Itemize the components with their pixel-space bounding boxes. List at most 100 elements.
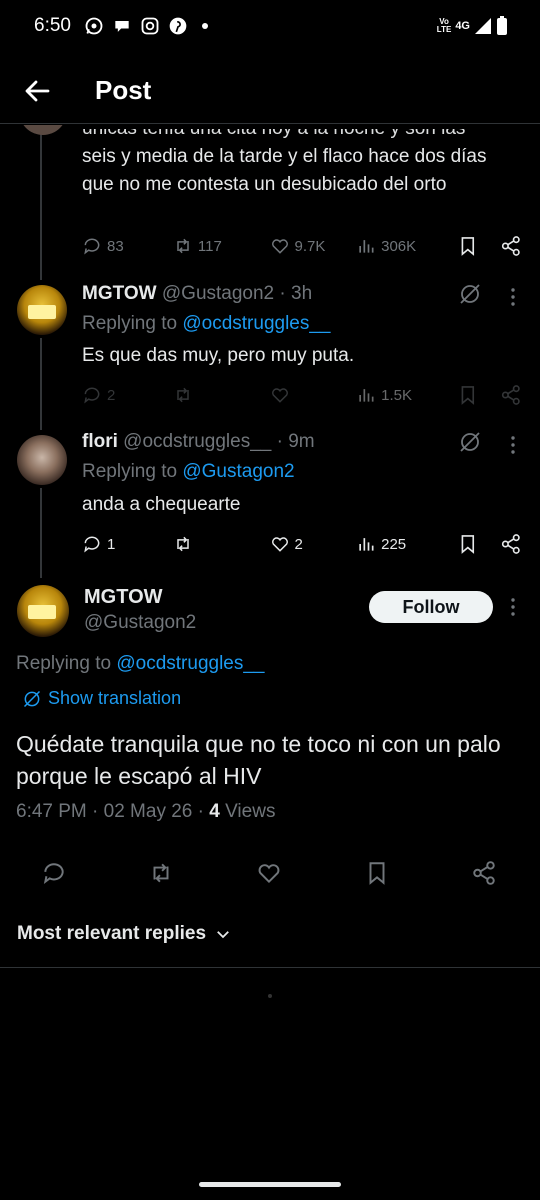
reply-button[interactable]: 2 xyxy=(82,385,153,405)
heart-icon xyxy=(271,537,288,552)
app-header: Post xyxy=(0,60,540,124)
reply-button[interactable]: 1 xyxy=(82,534,153,554)
more-options-icon[interactable] xyxy=(505,433,521,457)
views-icon xyxy=(359,538,374,551)
views-label[interactable]: Views xyxy=(220,801,275,822)
page-title: Post xyxy=(95,75,152,105)
loading-indicator xyxy=(268,994,272,998)
repost-button[interactable] xyxy=(173,534,260,554)
like-button[interactable]: 2 xyxy=(270,534,357,554)
bookmark-icon[interactable] xyxy=(457,533,479,555)
repost-count: 117 xyxy=(197,237,222,255)
bookmark-icon[interactable] xyxy=(457,235,479,257)
tweet-text: Es que das muy, pero muy puta. xyxy=(82,345,355,366)
views-icon xyxy=(359,240,374,253)
like-count: 2 xyxy=(294,535,303,553)
views-count: 1.5K xyxy=(381,386,412,404)
notification-icons xyxy=(84,16,208,36)
translate-icon xyxy=(23,690,41,707)
follow-button[interactable]: Follow xyxy=(369,591,493,623)
repost-icon xyxy=(177,536,189,552)
tweet-actions: 2 1.5K xyxy=(82,382,522,408)
display-name[interactable]: MGTOW xyxy=(84,586,163,609)
avatar[interactable] xyxy=(17,285,67,335)
views-count[interactable]: 4 xyxy=(209,801,220,822)
replying-prefix: Replying to xyxy=(82,313,183,334)
pinterest-icon xyxy=(169,17,187,35)
translate-icon[interactable] xyxy=(458,430,482,454)
repost-button[interactable] xyxy=(173,385,260,405)
system-icons: Vo LTE 4G xyxy=(437,16,508,36)
like-count: 9.7K xyxy=(294,237,326,255)
whatsapp-icon xyxy=(85,17,103,35)
tweet-text: Quédate tranquila que no te toco ni con … xyxy=(16,731,501,789)
more-options-icon[interactable] xyxy=(505,285,521,309)
views-icon xyxy=(359,389,374,402)
tweet-header: flori @ocdstruggles__ · 9m xyxy=(82,431,315,453)
status-bar: 6:50 Vo LTE 4G xyxy=(0,0,540,52)
thread-line xyxy=(40,488,42,578)
repost-icon[interactable] xyxy=(148,860,174,886)
avatar[interactable] xyxy=(17,435,67,485)
repost-icon xyxy=(177,387,189,403)
repost-icon xyxy=(177,238,189,254)
more-notifications-dot xyxy=(202,23,208,29)
avatar[interactable] xyxy=(19,125,67,135)
chevron-down-icon xyxy=(217,931,229,939)
share-icon[interactable] xyxy=(500,235,522,257)
translate-icon[interactable] xyxy=(458,282,482,306)
more-options-icon[interactable] xyxy=(505,595,521,619)
reply-icon xyxy=(84,387,100,404)
share-icon[interactable] xyxy=(500,533,522,555)
avatar[interactable] xyxy=(17,585,69,637)
battery-icon xyxy=(497,16,507,35)
reply-count: 1 xyxy=(107,535,116,553)
handle[interactable]: @Gustagon2 xyxy=(84,612,196,634)
display-name[interactable]: flori xyxy=(82,431,118,452)
share-icon[interactable] xyxy=(500,384,522,406)
timestamp: 6:47 PM · 02 May 26 · xyxy=(16,801,210,822)
tweet-actions: 1 2 225 xyxy=(82,531,522,557)
status-time: 6:50 xyxy=(34,15,71,36)
replying-to-link[interactable]: @ocdstruggles__ xyxy=(116,653,264,674)
home-indicator[interactable] xyxy=(199,1182,341,1187)
reply-icon[interactable] xyxy=(41,860,67,886)
network-type: 4G xyxy=(455,20,470,32)
replying-prefix: Replying to xyxy=(16,653,117,674)
tweet-meta: 6:47 PM · 02 May 26 · 4 Views xyxy=(16,801,275,823)
share-icon[interactable] xyxy=(471,860,497,886)
heart-icon[interactable] xyxy=(256,860,282,886)
handle-time[interactable]: @ocdstruggles__ · 9m xyxy=(123,431,314,452)
thread-line xyxy=(40,338,42,430)
like-button[interactable]: 9.7K xyxy=(270,236,357,256)
back-arrow-icon[interactable] xyxy=(22,76,52,106)
display-name[interactable]: MGTOW xyxy=(82,283,157,304)
like-button[interactable] xyxy=(270,385,357,405)
replying-to-link[interactable]: @ocdstruggles__ xyxy=(182,313,330,334)
reply-count: 83 xyxy=(107,237,124,255)
reply-icon xyxy=(84,536,100,553)
replying-to-link[interactable]: @Gustagon2 xyxy=(182,461,294,482)
volte-icon: Vo LTE xyxy=(436,17,452,34)
tweet-header: MGTOW @Gustagon2 · 3h xyxy=(82,283,312,305)
show-translation-label: Show translation xyxy=(48,688,182,708)
views-button[interactable]: 1.5K xyxy=(356,385,447,405)
views-count: 306K xyxy=(381,237,417,255)
tweet-actions: 83 117 9.7K 306K xyxy=(82,233,522,259)
bookmark-icon[interactable] xyxy=(457,384,479,406)
replies-sort-dropdown[interactable]: Most relevant replies xyxy=(17,923,232,945)
thread-line xyxy=(40,125,42,280)
tweet-text: únicas tenía una cita hoy a la noche y s… xyxy=(82,125,512,199)
repost-button[interactable]: 117 xyxy=(173,236,260,256)
handle-time[interactable]: @Gustagon2 · 3h xyxy=(162,283,312,304)
bookmark-icon[interactable] xyxy=(364,860,390,886)
reply-icon xyxy=(84,238,100,255)
show-translation-link[interactable]: Show translation xyxy=(22,688,181,709)
views-button[interactable]: 225 xyxy=(356,534,447,554)
reply-button[interactable]: 83 xyxy=(82,236,153,256)
views-button[interactable]: 306K xyxy=(356,236,447,256)
views-count: 225 xyxy=(381,535,407,553)
sort-label: Most relevant replies xyxy=(17,923,207,944)
replying-to: Replying to @Gustagon2 xyxy=(82,461,295,483)
chat-icon xyxy=(115,21,129,32)
